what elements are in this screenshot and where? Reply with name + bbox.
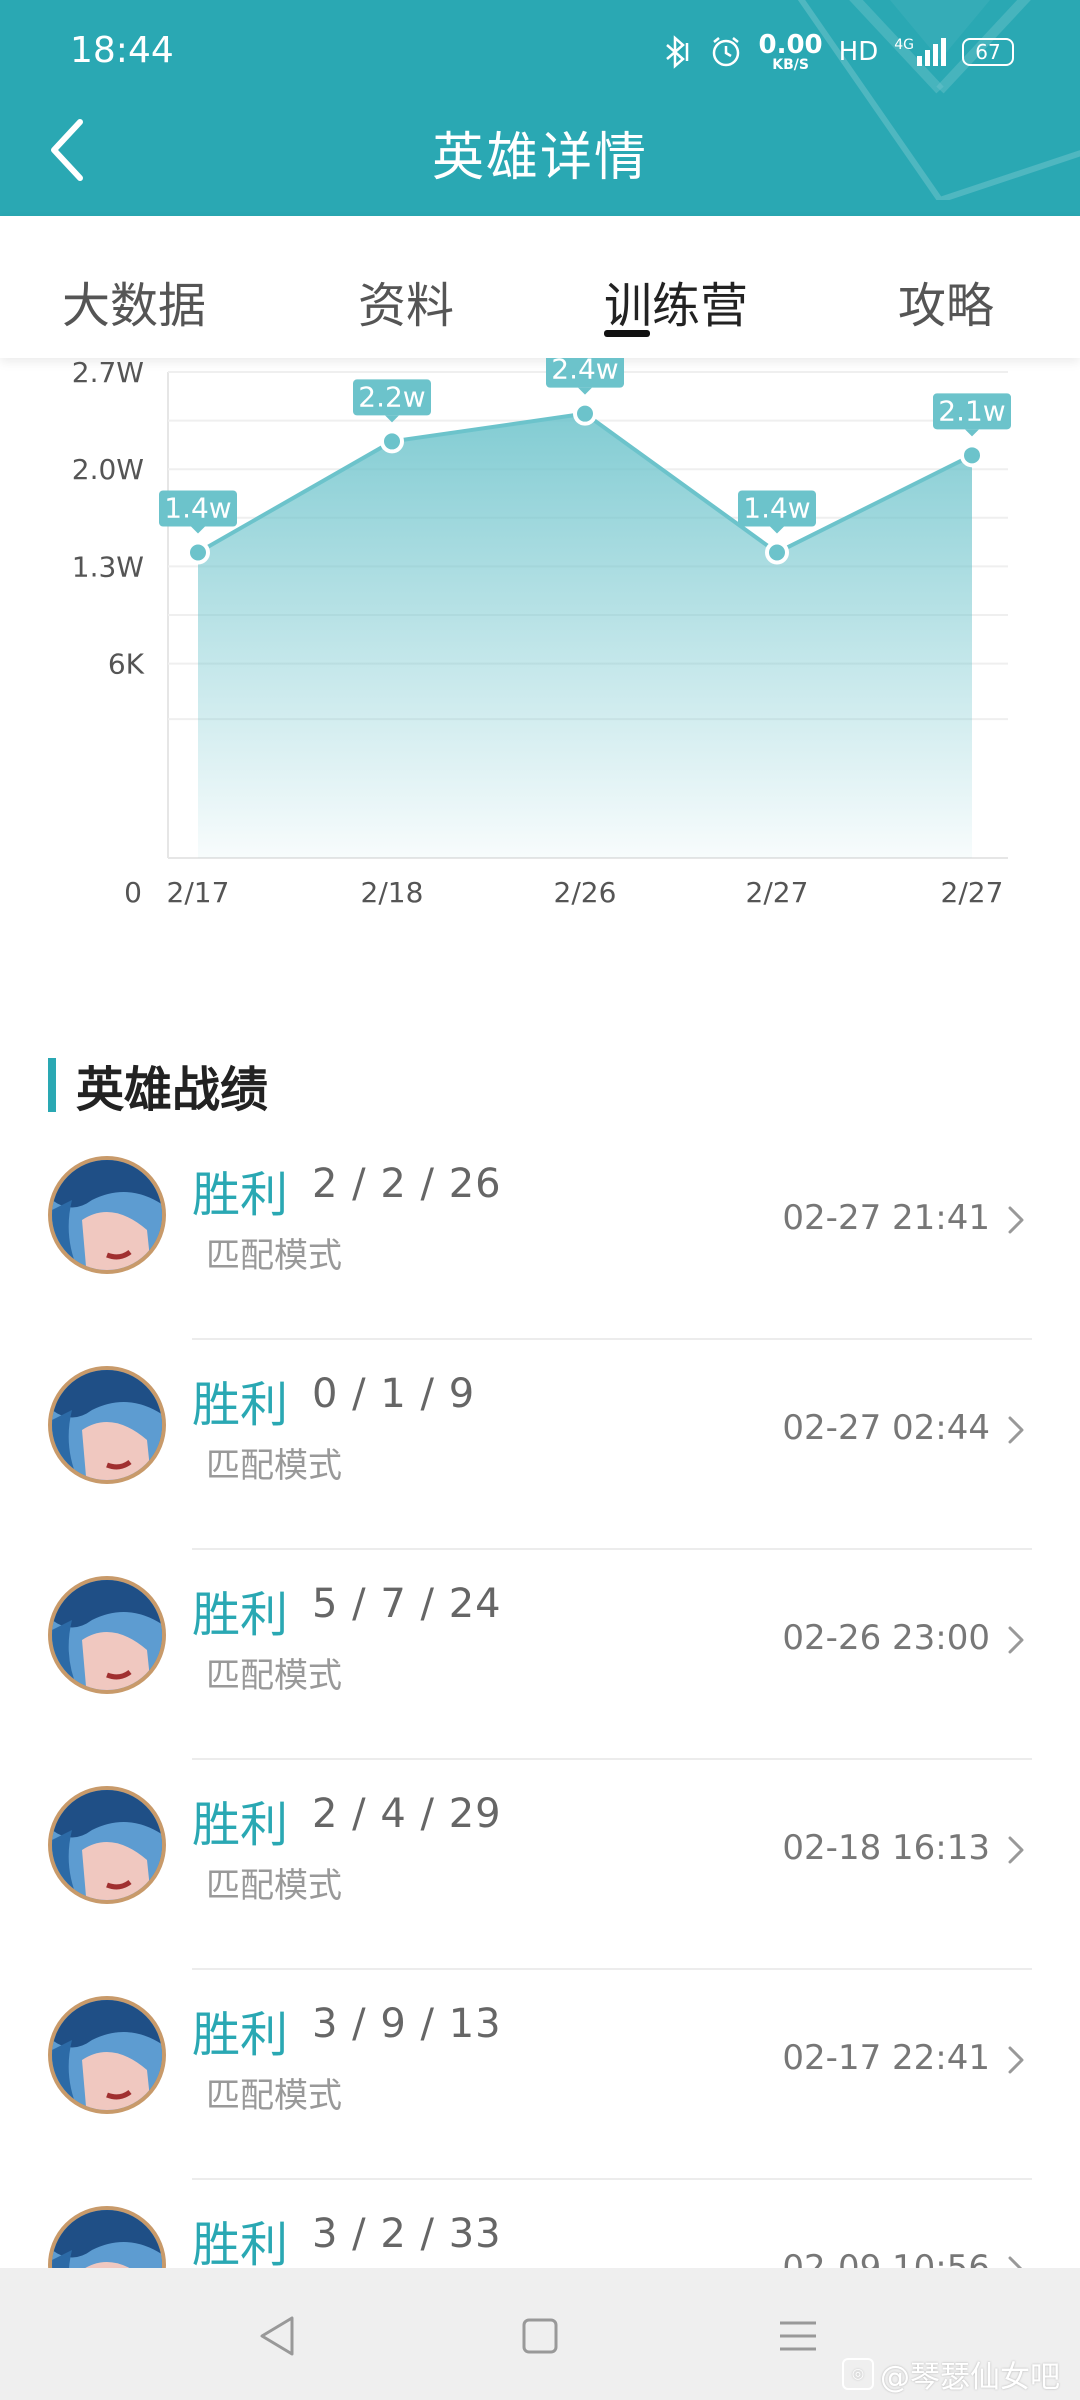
match-kda: 2 / 4 / 29 xyxy=(312,1791,502,1837)
nav-back-icon[interactable] xyxy=(252,2308,308,2364)
match-kda: 2 / 2 / 26 xyxy=(312,1161,502,1207)
match-mode: 匹配模式 xyxy=(206,1446,342,1486)
match-mode: 匹配模式 xyxy=(206,1866,342,1906)
data-label-pointer xyxy=(578,387,592,395)
stats-chart: 1.4w 2.2w 2.4w 1.4w 2.1w 0 6K 1.3W 2.0W 2.7W 2/17… xyxy=(0,351,1080,938)
chevron-right-icon xyxy=(1008,1206,1024,1234)
data-point[interactable] xyxy=(765,540,789,565)
y-tick-label: 2.0W xyxy=(72,453,144,486)
tab-big-data[interactable]: 大数据 xyxy=(62,266,206,336)
series-area xyxy=(198,413,972,858)
chevron-right-icon xyxy=(1008,1416,1024,1444)
tab-profile[interactable]: 资料 xyxy=(358,266,454,336)
match-row[interactable]: 胜利 3 / 9 / 13 匹配模式 02-17 22:41 xyxy=(0,1970,1080,2180)
match-mode: 匹配模式 xyxy=(206,1236,342,1276)
match-result: 胜利 xyxy=(192,1797,289,1853)
match-result: 胜利 xyxy=(192,1167,289,1223)
match-result: 胜利 xyxy=(192,2007,289,2063)
app-header: 18:44 0.00 KB/S HD 4G 67 英雄详情 xyxy=(0,0,1080,216)
data-label-pointer xyxy=(770,526,784,534)
x-tick-label: 2/26 xyxy=(554,876,617,909)
battery-icon: 67 xyxy=(962,38,1014,66)
hero-avatar xyxy=(48,1996,166,2114)
tab-training-camp[interactable]: 训练营 xyxy=(604,266,748,336)
nav-home-icon[interactable] xyxy=(512,2308,568,2364)
x-tick-label: 2/17 xyxy=(167,876,230,909)
tab-guide[interactable]: 攻略 xyxy=(898,266,994,336)
match-kda: 3 / 9 / 13 xyxy=(312,2001,502,2047)
section-accent-bar xyxy=(48,1058,56,1112)
section-title: 英雄战绩 xyxy=(48,1058,268,1118)
y-tick-label: 0 xyxy=(124,876,142,909)
y-tick-label: 2.7W xyxy=(72,358,144,389)
data-label-pointer xyxy=(965,429,979,437)
speed-unit: KB/S xyxy=(772,57,809,73)
match-kda: 0 / 1 / 9 xyxy=(312,1371,476,1417)
match-time: 02-17 22:41 xyxy=(782,2038,990,2078)
page-title: 英雄详情 xyxy=(431,128,648,188)
data-label: 1.4w xyxy=(743,492,810,525)
alarm-icon xyxy=(712,37,739,67)
match-kda: 5 / 7 / 24 xyxy=(312,1581,502,1627)
speed-value: 0.00 xyxy=(758,30,823,60)
match-time: 02-18 16:13 xyxy=(782,1828,990,1868)
hero-avatar xyxy=(48,1576,166,1694)
x-tick-label: 2/27 xyxy=(746,876,809,909)
match-result: 胜利 xyxy=(192,2217,289,2273)
nav-menu-icon[interactable] xyxy=(770,2308,826,2364)
hero-avatar xyxy=(48,1156,166,1274)
data-label: 1.4w xyxy=(164,492,231,525)
network-type: 4G xyxy=(894,37,914,53)
bluetooth-icon xyxy=(665,35,688,69)
chevron-right-icon xyxy=(1008,1836,1024,1864)
data-point[interactable] xyxy=(960,443,984,468)
match-time: 02-26 23:00 xyxy=(782,1618,990,1658)
chevron-right-icon xyxy=(1008,1626,1024,1654)
section-title-text: 英雄战绩 xyxy=(76,1062,269,1118)
hero-avatar xyxy=(48,1366,166,1484)
match-result: 胜利 xyxy=(192,1587,289,1643)
status-icons: 0.00 KB/S HD 4G 67 xyxy=(659,32,1014,72)
data-label: 2.2w xyxy=(358,380,425,413)
data-label: 2.1w xyxy=(938,394,1005,427)
signal-icon: 4G xyxy=(894,38,946,66)
x-tick-label: 2/18 xyxy=(361,876,424,909)
match-result: 胜利 xyxy=(192,1377,289,1433)
match-time: 02-27 02:44 xyxy=(782,1408,990,1448)
match-kda: 3 / 2 / 33 xyxy=(312,2211,502,2257)
weibo-icon: ◎ xyxy=(842,2358,874,2390)
chart-svg: 1.4w 2.2w 2.4w 1.4w 2.1w 0 6K 1.3W 2.0W 2.7W 2/17… xyxy=(72,351,1011,909)
data-label: 2.4w xyxy=(551,358,618,386)
tab-bar: 大数据 资料 训练营 攻略 xyxy=(0,216,1080,358)
screen: 18:44 0.00 KB/S HD 4G 67 英雄详情 大数据 资料 训练营… xyxy=(0,0,1080,2400)
data-point[interactable] xyxy=(186,540,210,565)
y-tick-label: 6K xyxy=(108,648,145,681)
hero-avatar xyxy=(48,1786,166,1904)
hd-indicator: HD xyxy=(838,37,879,67)
data-point[interactable] xyxy=(380,429,404,454)
match-row[interactable]: 胜利 2 / 2 / 26 匹配模式 02-27 21:41 xyxy=(0,1130,1080,1340)
active-tab-indicator xyxy=(604,330,650,337)
match-mode: 匹配模式 xyxy=(206,2076,342,2116)
x-tick-label: 2/27 xyxy=(941,876,1004,909)
status-time: 18:44 xyxy=(70,30,174,71)
data-label-pointer xyxy=(191,526,205,534)
status-bar: 18:44 0.00 KB/S HD 4G 67 xyxy=(0,0,1080,100)
watermark-text: @琴瑟仙女吧 xyxy=(880,2360,1060,2395)
match-list: 胜利 2 / 2 / 26 匹配模式 02-27 21:41 胜利 0 / 1 / 9 匹配… xyxy=(0,1130,1080,2390)
watermark: ◎ @琴瑟仙女吧 xyxy=(842,2352,1060,2396)
data-point[interactable] xyxy=(573,401,597,426)
match-row[interactable]: 胜利 5 / 7 / 24 匹配模式 02-26 23:00 xyxy=(0,1550,1080,1760)
y-tick-label: 1.3W xyxy=(72,550,144,583)
match-row[interactable]: 胜利 2 / 4 / 29 匹配模式 02-18 16:13 xyxy=(0,1760,1080,1970)
network-speed: 0.00 KB/S xyxy=(759,32,823,72)
match-mode: 匹配模式 xyxy=(206,1656,342,1696)
chevron-right-icon xyxy=(1008,2046,1024,2074)
match-time: 02-27 21:41 xyxy=(782,1198,990,1238)
match-row[interactable]: 胜利 0 / 1 / 9 匹配模式 02-27 02:44 xyxy=(0,1340,1080,1550)
